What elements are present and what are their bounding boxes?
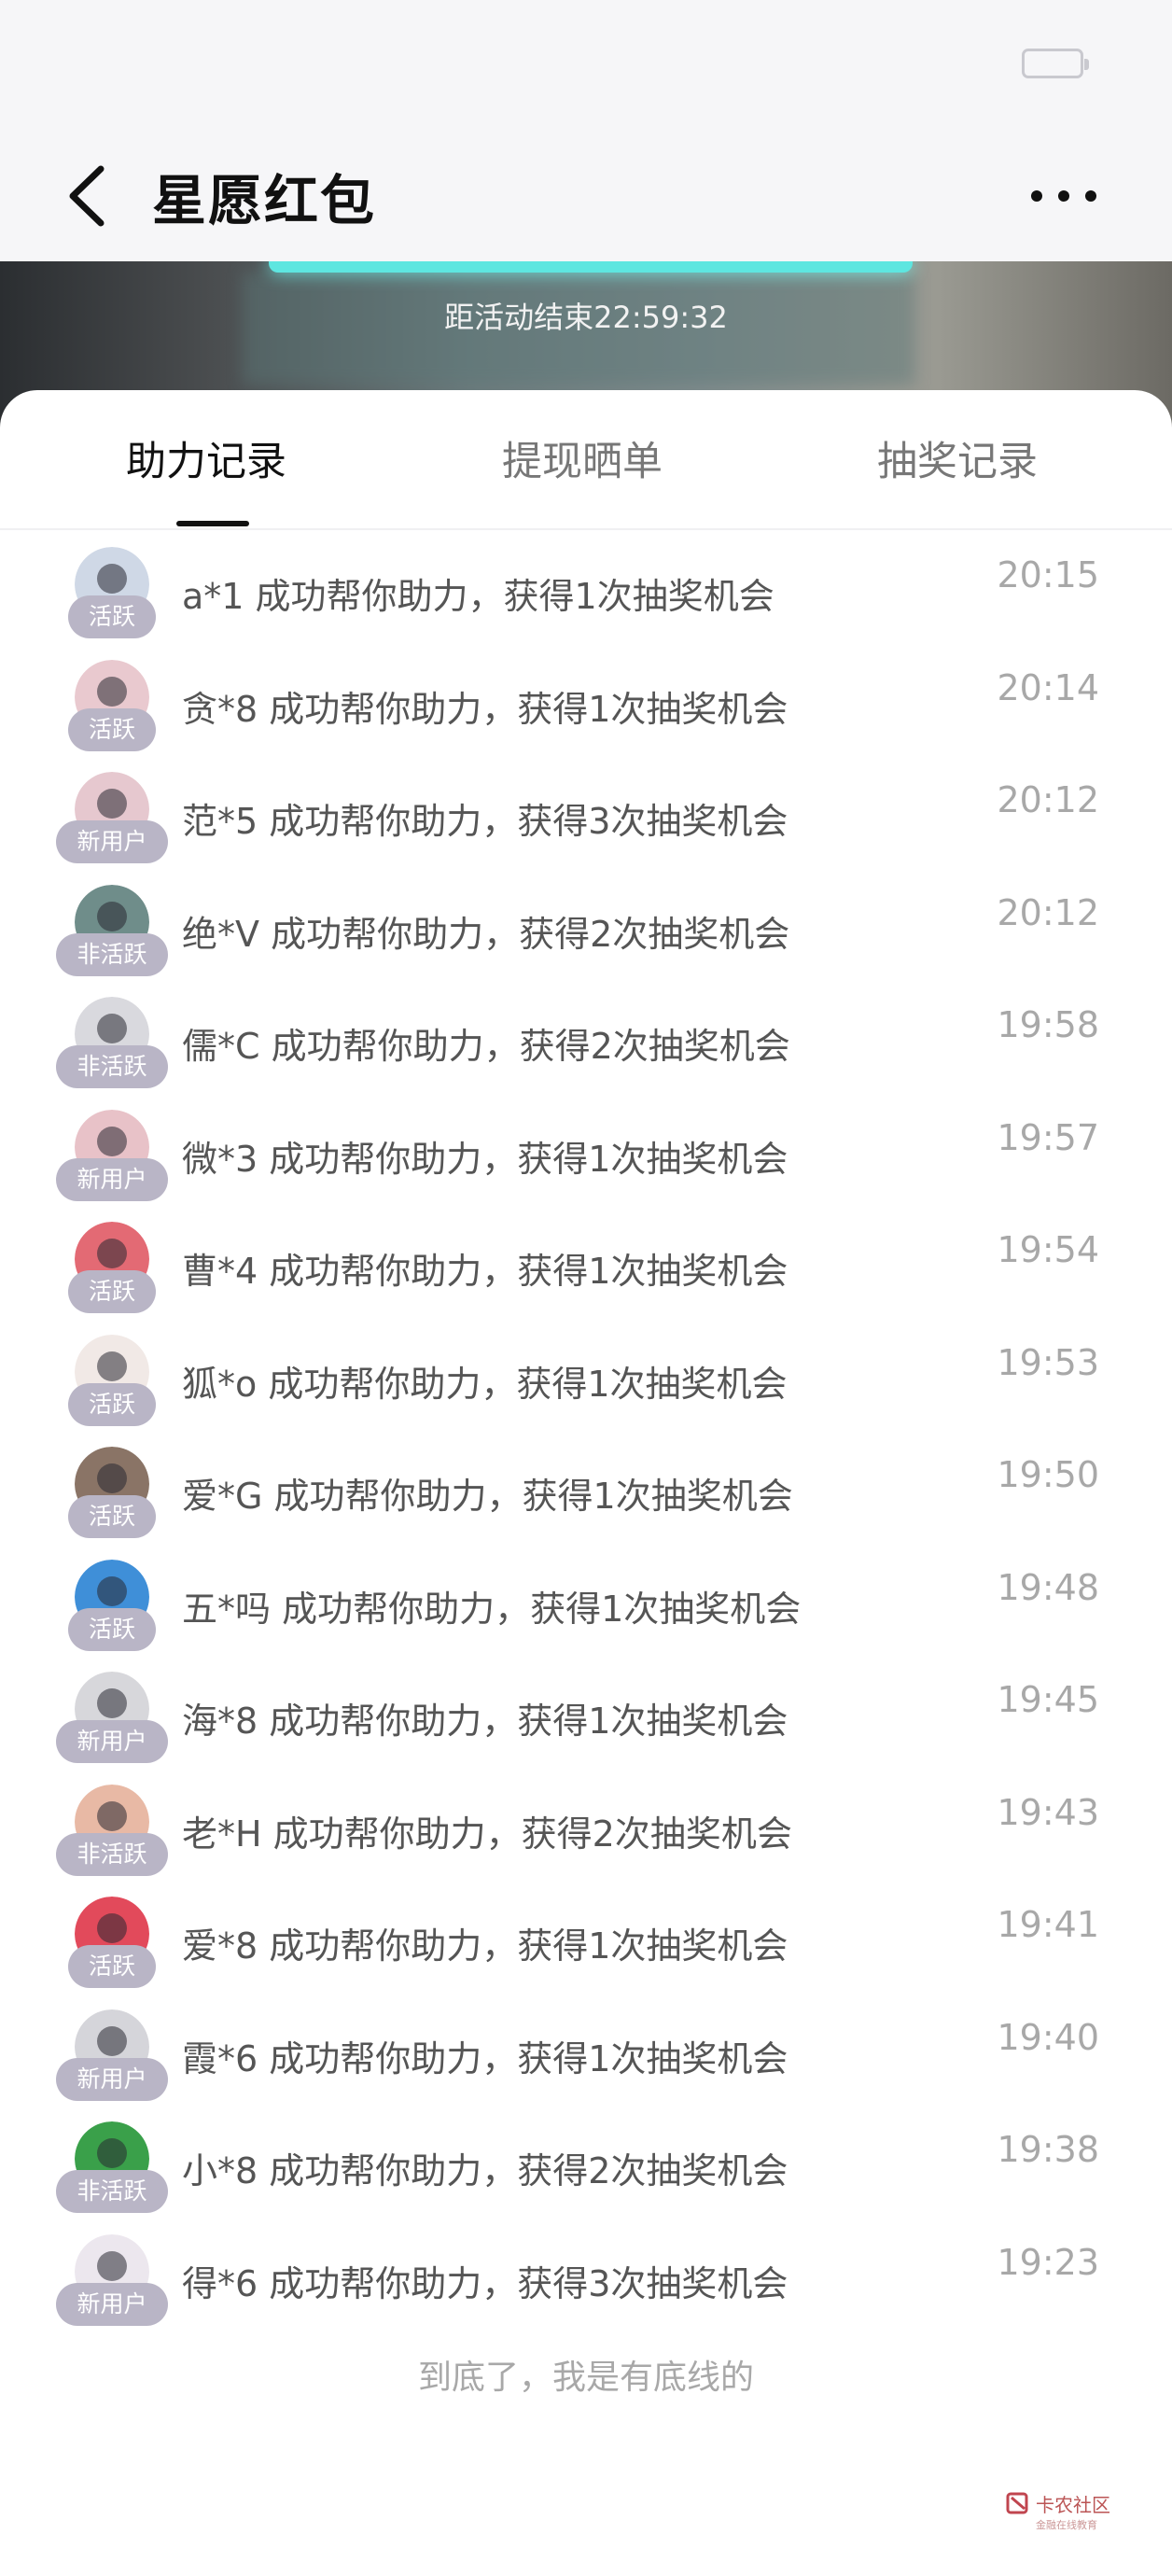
record-row: 非活跃 绝*V 成功帮你助力，获得2次抽奖机会 20:12 (0, 884, 1172, 998)
tab-withdraw-showcase[interactable]: 提现晒单 (502, 429, 663, 487)
user-status-badge: 活跃 (68, 1495, 156, 1538)
record-time: 20:14 (997, 666, 1099, 708)
user-status-badge: 非活跃 (56, 2170, 168, 2213)
user-status-badge: 新用户 (56, 2057, 168, 2101)
active-tab-indicator (176, 521, 249, 526)
watermark-text: 卡农社区 (1036, 2494, 1110, 2516)
watermark-subtext: 金融在线教育 (1036, 2519, 1097, 2531)
user-status-badge: 非活跃 (56, 932, 168, 976)
record-time: 19:54 (997, 1229, 1099, 1270)
record-row: 活跃 爱*8 成功帮你助力，获得1次抽奖机会 19:41 (0, 1897, 1172, 2009)
record-time: 19:53 (997, 1341, 1099, 1383)
watermark-logo-icon (1006, 2492, 1028, 2514)
assist-message: a*1 成功帮你助力，获得1次抽奖机会 (182, 576, 774, 617)
user-status-badge: 非活跃 (56, 1832, 168, 1876)
tab-assist-records[interactable]: 助力记录 (126, 429, 286, 487)
record-row: 新用户 得*6 成功帮你助力，获得3次抽奖机会 19:23 (0, 2233, 1172, 2347)
back-arrow-icon[interactable] (58, 163, 123, 229)
record-row: 非活跃 老*H 成功帮你助力，获得2次抽奖机会 19:43 (0, 1784, 1172, 1897)
user-status-badge: 非活跃 (56, 1045, 168, 1088)
record-row: 活跃 贪*8 成功帮你助力，获得1次抽奖机会 20:14 (0, 659, 1172, 773)
record-row: 活跃 a*1 成功帮你助力，获得1次抽奖机会 20:15 (0, 547, 1172, 660)
user-status-badge: 活跃 (68, 1270, 156, 1313)
record-row: 活跃 五*吗 成功帮你助力，获得1次抽奖机会 19:48 (0, 1559, 1172, 1673)
assist-message: 五*吗 成功帮你助力，获得1次抽奖机会 (182, 1588, 802, 1630)
record-row: 活跃 爱*G 成功帮你助力，获得1次抽奖机会 19:50 (0, 1447, 1172, 1560)
user-status-badge: 活跃 (68, 1382, 156, 1426)
record-time: 19:41 (997, 1904, 1099, 1945)
record-row: 非活跃 儒*C 成功帮你助力，获得2次抽奖机会 19:58 (0, 997, 1172, 1110)
assist-message: 霞*6 成功帮你助力，获得1次抽奖机会 (182, 2037, 788, 2079)
record-time: 19:23 (997, 2241, 1099, 2283)
record-time: 19:50 (997, 1454, 1099, 1495)
assist-message: 爱*8 成功帮你助力，获得1次抽奖机会 (182, 1925, 788, 1967)
record-time: 19:48 (997, 1566, 1099, 1608)
record-time: 19:43 (997, 1791, 1099, 1833)
top-app-bar: 星愿红包 (0, 131, 1172, 261)
record-row: 新用户 海*8 成功帮你助力，获得1次抽奖机会 19:45 (0, 1672, 1172, 1785)
page-title: 星愿红包 (152, 169, 377, 232)
user-status-badge: 活跃 (68, 595, 156, 638)
assist-message: 爱*G 成功帮你助力，获得1次抽奖机会 (182, 1476, 793, 1517)
assist-message: 海*8 成功帮你助力，获得1次抽奖机会 (182, 1701, 788, 1742)
assist-message: 范*5 成功帮你助力，获得3次抽奖机会 (182, 801, 788, 842)
assist-message: 儒*C 成功帮你助力，获得2次抽奖机会 (182, 1026, 790, 1067)
assist-message: 绝*V 成功帮你助力，获得2次抽奖机会 (182, 913, 790, 955)
end-of-list-text: 到底了，我是有底线的 (417, 2359, 754, 2397)
assist-message: 得*6 成功帮你助力，获得3次抽奖机会 (182, 2262, 788, 2304)
user-status-badge: 活跃 (68, 1945, 156, 1988)
status-bar (0, 0, 1172, 131)
record-time: 19:45 (997, 1679, 1099, 1720)
user-status-badge: 新用户 (56, 1157, 168, 1201)
user-status-badge: 新用户 (56, 2282, 168, 2326)
assist-message: 老*H 成功帮你助力，获得2次抽奖机会 (182, 1813, 792, 1855)
user-status-badge: 活跃 (68, 1607, 156, 1651)
activity-countdown: 距活动结束22:59:32 (444, 300, 728, 335)
assist-message: 贪*8 成功帮你助力，获得1次抽奖机会 (182, 688, 788, 730)
banner-glow-bar (269, 261, 913, 273)
record-time: 19:57 (997, 1116, 1099, 1158)
tab-bar: 助力记录 提现晒单 抽奖记录 (0, 390, 1172, 530)
tab-lottery-records[interactable]: 抽奖记录 (877, 429, 1038, 487)
record-time: 20:12 (997, 779, 1099, 820)
record-time: 19:40 (997, 2016, 1099, 2058)
record-time: 19:58 (997, 1004, 1099, 1045)
record-time: 20:12 (997, 891, 1099, 933)
record-row: 非活跃 小*8 成功帮你助力，获得2次抽奖机会 19:38 (0, 2121, 1172, 2234)
user-status-badge: 新用户 (56, 1720, 168, 1763)
record-row: 活跃 狐*o 成功帮你助力，获得1次抽奖机会 19:53 (0, 1334, 1172, 1448)
record-row: 新用户 范*5 成功帮你助力，获得3次抽奖机会 20:12 (0, 772, 1172, 885)
assist-message: 狐*o 成功帮你助力，获得1次抽奖机会 (182, 1363, 788, 1405)
battery-icon (1022, 49, 1089, 78)
record-row: 新用户 微*3 成功帮你助力，获得1次抽奖机会 19:57 (0, 1109, 1172, 1223)
record-time: 20:15 (997, 554, 1099, 595)
watermark: 卡农社区 金融在线教育 (1036, 2490, 1110, 2532)
record-row: 新用户 霞*6 成功帮你助力，获得1次抽奖机会 19:40 (0, 2009, 1172, 2122)
more-options-icon[interactable] (1022, 168, 1106, 224)
record-time: 19:38 (997, 2129, 1099, 2170)
assist-message: 小*8 成功帮你助力，获得2次抽奖机会 (182, 2150, 788, 2191)
records-card: 助力记录 提现晒单 抽奖记录 活跃 a*1 成功帮你助力，获得1次抽奖机会 20:1… (0, 390, 1172, 2576)
user-status-badge: 活跃 (68, 707, 156, 751)
user-status-badge: 新用户 (56, 820, 168, 863)
assist-message: 曹*4 成功帮你助力，获得1次抽奖机会 (182, 1251, 788, 1292)
assist-message: 微*3 成功帮你助力，获得1次抽奖机会 (182, 1138, 788, 1180)
record-row: 活跃 曹*4 成功帮你助力，获得1次抽奖机会 19:54 (0, 1222, 1172, 1335)
